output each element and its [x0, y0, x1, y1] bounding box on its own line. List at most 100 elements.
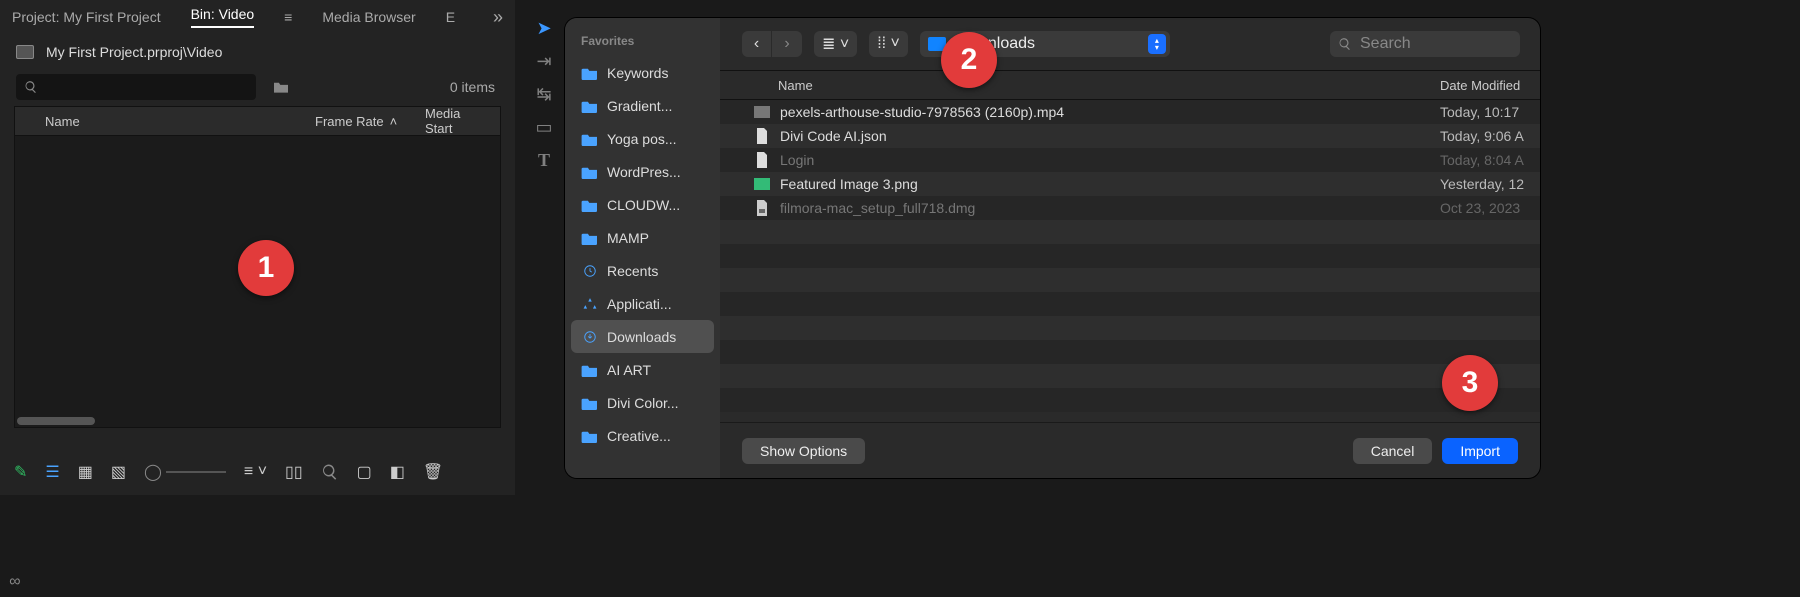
tab-next[interactable]: E	[446, 9, 455, 25]
sidebar-item-yoga-pos-[interactable]: Yoga pos...	[571, 122, 714, 155]
sort-icon[interactable]: ≡ ˅	[244, 463, 267, 481]
file-date: Today, 10:17	[1440, 104, 1540, 120]
file-col-date[interactable]: Date Modified	[1440, 78, 1540, 93]
empty-row	[720, 364, 1540, 388]
list-view-icon[interactable]: ☰	[45, 462, 59, 482]
rectangle-tool-icon[interactable]: ▭	[535, 117, 552, 138]
empty-row	[720, 388, 1540, 412]
sidebar-item-label: Keywords	[607, 65, 668, 81]
dialog-toolbar: ‹ › ≣ ˅ ⁞⁞ ˅ Downloads ▴▾ Search	[720, 18, 1540, 70]
sidebar-favorites-title: Favorites	[571, 34, 714, 56]
stepper-icon: ▴▾	[1148, 34, 1166, 54]
finder-search-input[interactable]: Search	[1330, 31, 1520, 57]
file-name: Divi Code AI.json	[780, 128, 1440, 144]
import-button[interactable]: Import	[1442, 438, 1518, 464]
col-frame-rate[interactable]: Frame Rate˄	[305, 114, 415, 129]
horizontal-scrollbar[interactable]	[17, 417, 95, 425]
empty-row	[720, 316, 1540, 340]
sidebar-item-label: Gradient...	[607, 98, 672, 114]
freeform-view-icon[interactable]: ▧	[111, 462, 126, 482]
pencil-icon[interactable]: ✎	[14, 462, 27, 482]
empty-row	[720, 292, 1540, 316]
empty-row	[720, 244, 1540, 268]
search-icon	[24, 80, 38, 94]
empty-row	[720, 220, 1540, 244]
tab-project[interactable]: Project: My First Project	[12, 9, 161, 25]
panel-tabs: Project: My First Project Bin: Video ≡ M…	[0, 0, 515, 34]
file-row[interactable]: pexels-arthouse-studio-7978563 (2160p).m…	[720, 100, 1540, 124]
sidebar-item-label: CLOUDW...	[607, 197, 680, 213]
new-item-icon[interactable]: ◧	[390, 462, 405, 482]
type-tool-icon[interactable]: T	[538, 150, 550, 171]
file-list[interactable]: pexels-arthouse-studio-7978563 (2160p).m…	[720, 100, 1540, 422]
nav-forward-button[interactable]: ›	[772, 31, 802, 57]
selection-tool-icon[interactable]: ➤	[536, 18, 551, 39]
file-name: pexels-arthouse-studio-7978563 (2160p).m…	[780, 104, 1440, 120]
sidebar-item-divi-color-[interactable]: Divi Color...	[571, 386, 714, 419]
sidebar-item-creative-[interactable]: Creative...	[571, 419, 714, 452]
project-path: My First Project.prproj\Video	[46, 44, 222, 60]
file-row[interactable]: LoginToday, 8:04 A	[720, 148, 1540, 172]
import-file-dialog: Favorites Keywords Gradient... Yoga pos...…	[565, 18, 1540, 478]
sort-asc-icon: ˄	[390, 114, 398, 129]
new-bin-icon[interactable]	[272, 80, 290, 94]
show-options-button[interactable]: Show Options	[742, 438, 865, 464]
trash-icon[interactable]: 🗑	[423, 462, 443, 482]
view-mode-list[interactable]: ≣ ˅	[814, 31, 857, 57]
new-bin-icon[interactable]: ▢	[357, 462, 372, 482]
view-mode-grid[interactable]: ⁞⁞ ˅	[869, 31, 908, 57]
annotation-marker-2: 2	[941, 32, 997, 88]
auto-sequence-icon[interactable]: ▯▯	[285, 462, 303, 482]
search-icon	[1338, 37, 1352, 51]
file-date: Yesterday, 12	[1440, 176, 1540, 192]
sidebar-item-downloads[interactable]: Downloads	[571, 320, 714, 353]
sidebar-item-label: AI ART	[607, 362, 651, 378]
file-row[interactable]: filmora-mac_setup_full718.dmgOct 23, 202…	[720, 196, 1540, 220]
file-row[interactable]: Divi Code AI.jsonToday, 9:06 A	[720, 124, 1540, 148]
sidebar-item-gradient-[interactable]: Gradient...	[571, 89, 714, 122]
col-name[interactable]: Name	[35, 114, 305, 129]
file-date: Oct 23, 2023	[1440, 200, 1540, 216]
sidebar-item-label: Yoga pos...	[607, 131, 677, 147]
track-select-tool-icon[interactable]: ⇥	[536, 51, 551, 72]
file-col-name[interactable]: Name	[720, 78, 1440, 93]
file-date: Today, 9:06 A	[1440, 128, 1540, 144]
ripple-edit-tool-icon[interactable]: ↹	[536, 84, 551, 105]
search-icon[interactable]	[321, 463, 339, 481]
project-search-input[interactable]	[16, 74, 256, 100]
sidebar-item-cloudw-[interactable]: CLOUDW...	[571, 188, 714, 221]
sidebar-item-applicati-[interactable]: Applicati...	[571, 287, 714, 320]
sidebar-item-wordpres-[interactable]: WordPres...	[571, 155, 714, 188]
file-row[interactable]: Featured Image 3.pngYesterday, 12	[720, 172, 1540, 196]
tabs-overflow-icon[interactable]: »	[493, 7, 503, 28]
file-list-header: Name Date Modified	[720, 70, 1540, 100]
file-name: filmora-mac_setup_full718.dmg	[780, 200, 1440, 216]
sidebar-item-label: Divi Color...	[607, 395, 679, 411]
icon-view-icon[interactable]: ▦	[78, 462, 93, 482]
sidebar-item-label: Creative...	[607, 428, 671, 444]
bin-icon	[16, 45, 34, 59]
hamburger-icon[interactable]: ≡	[284, 9, 292, 25]
sidebar-item-keywords[interactable]: Keywords	[571, 56, 714, 89]
project-footer: ✎ ☰ ▦ ▧ ◯ ≡ ˅ ▯▯ ▢ ◧ 🗑	[0, 449, 515, 495]
dialog-footer: Show Options Cancel Import	[720, 422, 1540, 478]
cc-logo-icon[interactable]: ∞	[4, 571, 26, 593]
annotation-marker-3: 3	[1442, 355, 1498, 411]
file-name: Login	[780, 152, 1440, 168]
nav-back-button[interactable]: ‹	[742, 31, 772, 57]
annotation-marker-1: 1	[238, 240, 294, 296]
tab-media-browser[interactable]: Media Browser	[322, 9, 415, 25]
sidebar-item-mamp[interactable]: MAMP	[571, 221, 714, 254]
sidebar-item-recents[interactable]: Recents	[571, 254, 714, 287]
tab-bin[interactable]: Bin: Video	[191, 6, 255, 28]
sidebar-item-label: Recents	[607, 263, 658, 279]
items-count: 0 items	[450, 79, 499, 95]
sidebar-item-label: Downloads	[607, 329, 676, 345]
col-media-start[interactable]: Media Start	[415, 106, 500, 136]
timeline-tools: ➤ ⇥ ↹ ▭ T	[524, 18, 564, 171]
cancel-button[interactable]: Cancel	[1353, 438, 1433, 464]
project-list-header: Name Frame Rate˄ Media Start	[14, 106, 501, 136]
empty-row	[720, 268, 1540, 292]
sidebar-item-ai-art[interactable]: AI ART	[571, 353, 714, 386]
zoom-slider[interactable]: ◯	[144, 462, 226, 482]
